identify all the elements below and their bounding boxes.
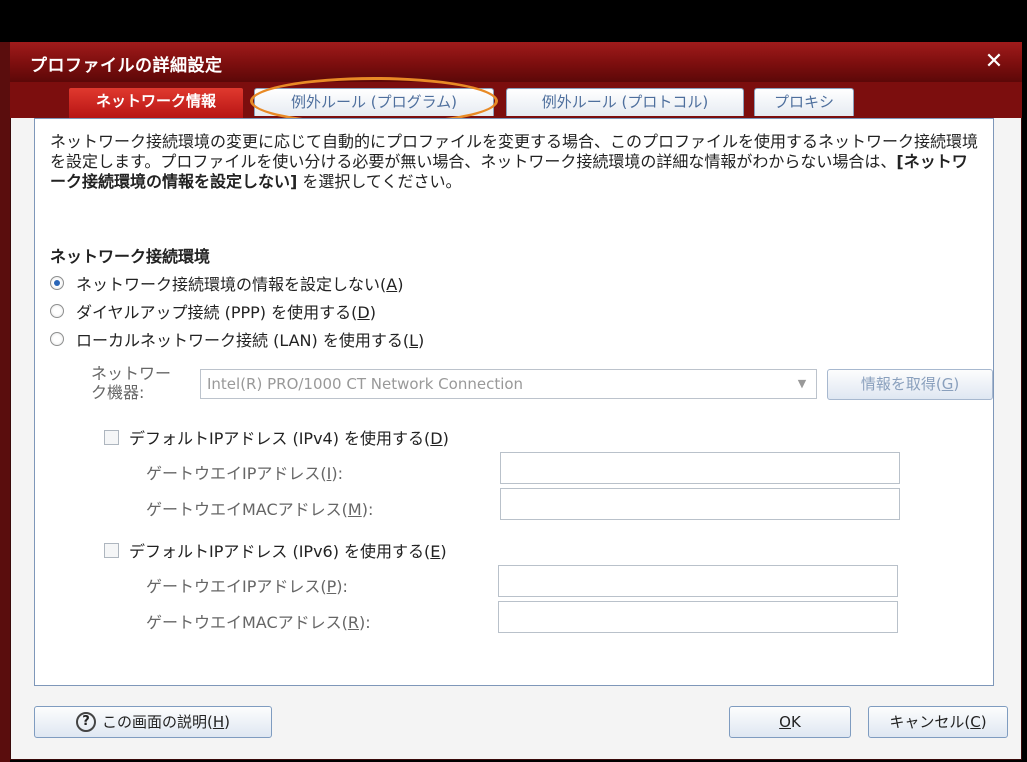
question-icon: ?	[76, 712, 96, 732]
radio-button-selected[interactable]	[50, 276, 64, 290]
cancel-button[interactable]: キャンセル(C)	[868, 706, 1008, 738]
chevron-down-icon[interactable]: ▼	[792, 376, 812, 392]
checkbox-label: デフォルトIPアドレス (IPv4) を使用する(D)	[129, 429, 449, 448]
ipv6-gateway-ip-label: ゲートウエイIPアドレス(P):	[146, 577, 348, 596]
radio-local-lan[interactable]: ローカルネットワーク接続 (LAN) を使用する(L)	[50, 328, 424, 350]
ipv6-gateway-mac-input[interactable]	[498, 601, 898, 633]
checkbox-box[interactable]	[104, 542, 119, 558]
tab-network-info[interactable]: ネットワーク情報	[68, 87, 244, 118]
screen-backdrop	[0, 0, 1027, 42]
ipv4-gateway-mac-label: ゲートウエイMACアドレス(M):	[146, 500, 374, 519]
help-label: この画面の説明(H)	[102, 713, 230, 731]
checkbox-default-ipv4[interactable]: デフォルトIPアドレス (IPv4) を使用する(D)	[104, 426, 449, 448]
help-button[interactable]: ? この画面の説明(H)	[34, 706, 272, 738]
radio-dialup-ppp[interactable]: ダイヤルアップ接続 (PPP) を使用する(D)	[50, 300, 376, 322]
radio-label: ローカルネットワーク接続 (LAN) を使用する(L)	[76, 331, 425, 350]
checkbox-default-ipv6[interactable]: デフォルトIPアドレス (IPv6) を使用する(E)	[104, 539, 447, 561]
radio-label: ネットワーク接続環境の情報を設定しない(A)	[76, 275, 404, 294]
dialog-title: プロファイルの詳細設定	[30, 56, 223, 76]
network-env-heading: ネットワーク接続環境	[50, 247, 211, 266]
ipv4-gateway-ip-input[interactable]	[500, 452, 900, 484]
ipv6-gateway-ip-input[interactable]	[498, 565, 898, 597]
close-button[interactable]: ✕	[976, 48, 1012, 76]
description-text: ネットワーク接続環境の変更に応じて自動的にプロファイルを変更する場合、このプロフ…	[50, 132, 979, 191]
ok-button[interactable]: OK	[729, 706, 851, 738]
checkbox-box[interactable]	[104, 429, 119, 445]
tab-proxy[interactable]: プロキシ	[754, 88, 854, 116]
network-device-label: ネットワーク機器:	[91, 364, 172, 402]
get-info-button[interactable]: 情報を取得(G)	[827, 369, 993, 400]
tab-exception-protocol[interactable]: 例外ルール (プロトコル)	[506, 88, 744, 116]
network-device-select[interactable]: Intel(R) PRO/1000 CT Network Connection	[200, 369, 817, 399]
checkbox-label: デフォルトIPアドレス (IPv6) を使用する(E)	[129, 542, 447, 561]
ipv4-gateway-mac-input[interactable]	[500, 488, 900, 520]
radio-no-network-info[interactable]: ネットワーク接続環境の情報を設定しない(A)	[50, 272, 403, 294]
radio-label: ダイヤルアップ接続 (PPP) を使用する(D)	[76, 303, 376, 322]
tab-exception-program[interactable]: 例外ルール (プログラム)	[254, 88, 494, 116]
window-left-edge	[0, 42, 10, 762]
ipv6-gateway-mac-label: ゲートウエイMACアドレス(R):	[146, 613, 371, 632]
radio-button[interactable]	[50, 304, 64, 318]
radio-button[interactable]	[50, 332, 64, 346]
ipv4-gateway-ip-label: ゲートウエイIPアドレス(I):	[146, 464, 343, 483]
